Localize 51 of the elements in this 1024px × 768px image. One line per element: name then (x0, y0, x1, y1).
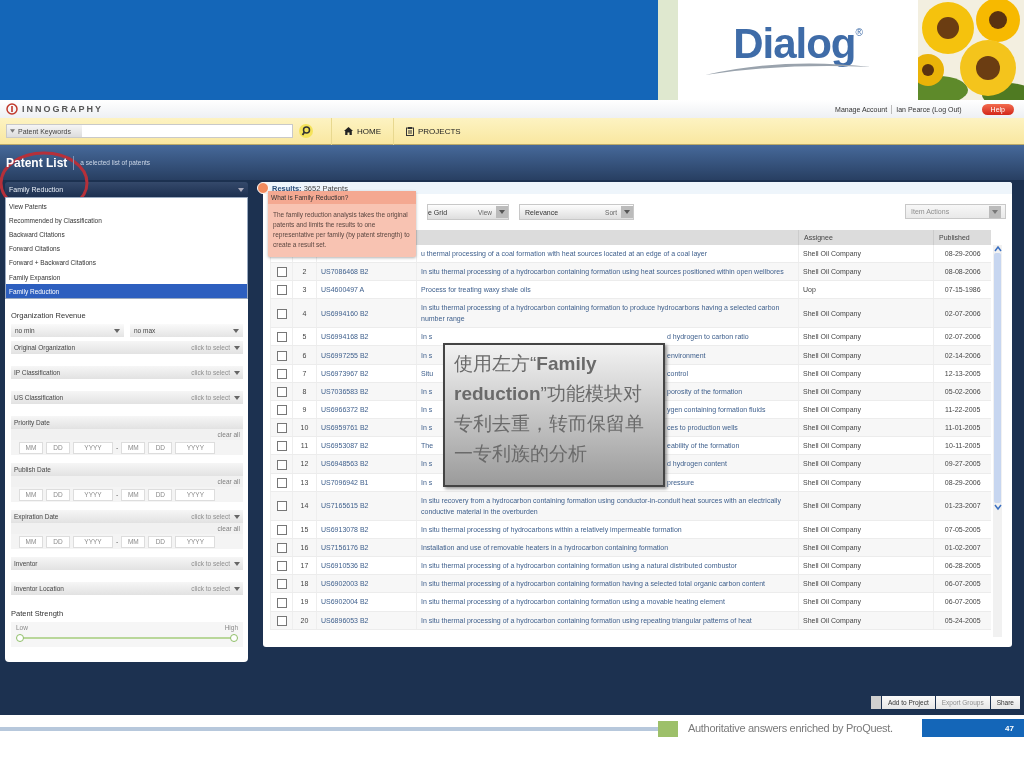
row-checkbox[interactable] (276, 501, 287, 512)
caret-icon (10, 129, 15, 133)
home-icon (344, 127, 353, 135)
slider-handle[interactable] (230, 634, 238, 642)
caret-icon (234, 586, 240, 591)
row-checkbox[interactable] (276, 477, 287, 488)
caret-icon (234, 514, 240, 519)
page-number: 47 (922, 719, 1024, 737)
logo-icon (6, 103, 18, 115)
row-checkbox[interactable] (276, 368, 287, 379)
row-checkbox[interactable] (276, 579, 287, 590)
row-checkbox[interactable] (276, 405, 287, 416)
caret-icon (234, 345, 240, 350)
nav-link[interactable]: PROJECTS (393, 117, 473, 145)
search-icon[interactable] (299, 124, 313, 138)
scroll-up-icon[interactable] (993, 245, 1002, 253)
row-checkbox[interactable] (276, 561, 287, 572)
panel-icon[interactable] (870, 696, 881, 709)
caret-icon (621, 206, 633, 218)
row-checkbox[interactable] (276, 267, 287, 278)
caret-icon (496, 206, 508, 218)
nav-link[interactable]: HOME (331, 117, 393, 145)
row-checkbox[interactable] (276, 285, 287, 296)
row-checkbox[interactable] (276, 350, 287, 361)
row-checkbox[interactable] (276, 308, 287, 319)
row-checkbox[interactable] (276, 543, 287, 554)
caret-icon (234, 561, 240, 566)
footer-tagline: Authoritative answers enriched by ProQuest. (688, 722, 893, 734)
row-checkbox[interactable] (276, 524, 287, 535)
caret-icon (989, 205, 1001, 218)
caret-icon (114, 328, 120, 333)
row-checkbox[interactable] (276, 423, 287, 434)
accent-block (658, 721, 678, 737)
caret-icon (234, 395, 240, 400)
caret-icon (234, 370, 240, 375)
row-checkbox[interactable] (276, 332, 287, 343)
row-checkbox[interactable] (276, 386, 287, 397)
app-logo-text: INNOGRAPHY (22, 104, 103, 114)
scrollbar[interactable] (993, 245, 1002, 637)
callout-text: 使用左方“Family reduction”功能模块对专利去重，转而保留单一专利族的分析 (454, 352, 645, 466)
caret-icon (238, 187, 244, 192)
row-checkbox[interactable] (276, 597, 287, 608)
registered-mark: ® (855, 27, 863, 38)
slider-handle[interactable] (16, 634, 24, 642)
caret-icon (233, 328, 239, 333)
row-checkbox[interactable] (276, 615, 287, 626)
clipboard-icon (406, 126, 414, 136)
row-checkbox[interactable] (276, 459, 287, 470)
row-checkbox[interactable] (276, 441, 287, 452)
scroll-down-icon[interactable] (993, 503, 1002, 511)
brand-logo-text: Dialog (733, 23, 856, 65)
